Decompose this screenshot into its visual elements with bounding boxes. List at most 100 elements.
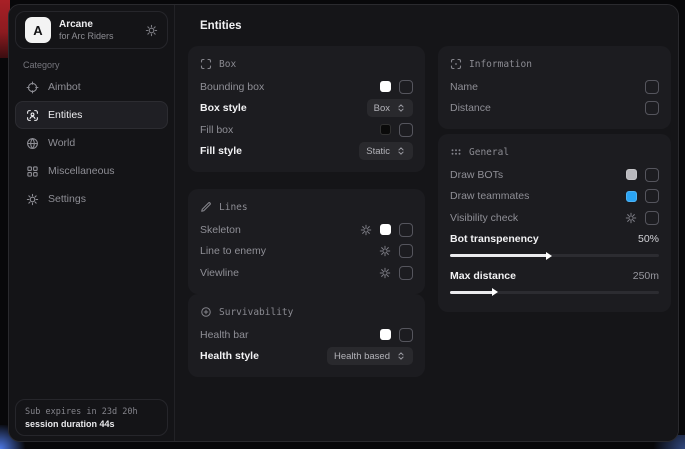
setting-row-health-bar: Health bar	[200, 324, 413, 346]
app-window: A Arcane for Arc Riders Category Aimbot …	[8, 4, 679, 442]
skeleton-checkbox[interactable]	[399, 223, 413, 237]
panel-box-header: Box	[200, 55, 413, 73]
sidebar-item-label: Aimbot	[48, 81, 81, 93]
scan-face-icon	[450, 58, 462, 70]
sub-expiry-text: Sub expires in 23d 20h	[25, 407, 158, 417]
slider-label-row: Bot transpenency 50%	[450, 229, 659, 251]
panel-information-header: Information	[450, 55, 659, 73]
sidebar-item-settings[interactable]: Settings	[15, 185, 168, 213]
gear-icon[interactable]	[625, 212, 637, 224]
brand-logo: A	[25, 17, 51, 43]
setting-label: Draw teammates	[450, 190, 529, 202]
gear-icon	[26, 193, 39, 206]
fill-box-checkbox[interactable]	[399, 123, 413, 137]
sidebar-item-miscellaneous[interactable]: Miscellaneous	[15, 157, 168, 185]
setting-label: Health bar	[200, 329, 248, 341]
setting-label: Name	[450, 81, 478, 93]
max-distance-slider[interactable]	[450, 291, 659, 294]
setting-label: Max distance	[450, 270, 516, 282]
color-swatch[interactable]	[380, 329, 391, 340]
gear-icon[interactable]	[360, 224, 372, 236]
chevrons-up-down-icon	[396, 351, 406, 361]
panel-box: Box Bounding box Box style Box	[188, 46, 425, 172]
panel-title: Information	[469, 59, 532, 70]
health-icon	[200, 306, 212, 318]
slider-thumb[interactable]	[492, 288, 498, 296]
setting-label: Visibility check	[450, 212, 518, 224]
gear-icon[interactable]	[145, 24, 158, 37]
setting-label: Skeleton	[200, 224, 241, 236]
dropdown-value: Box	[374, 103, 390, 114]
slider-thumb[interactable]	[546, 252, 552, 260]
panel-general-header: General	[450, 143, 659, 161]
line-to-enemy-checkbox[interactable]	[399, 244, 413, 258]
panel-survivability-header: Survivability	[200, 303, 413, 321]
panel-general: General Draw BOTs Draw teammates	[438, 134, 671, 312]
distance-checkbox[interactable]	[645, 101, 659, 115]
draw-bots-checkbox[interactable]	[645, 168, 659, 182]
chevrons-up-down-icon	[396, 103, 406, 113]
health-style-dropdown[interactable]: Health based	[327, 347, 413, 365]
setting-row-viewline: Viewline	[200, 262, 413, 284]
setting-label: Health style	[200, 350, 259, 362]
setting-row-draw-teammates: Draw teammates	[450, 186, 659, 208]
setting-row-box-style: Box style Box	[200, 98, 413, 120]
fill-style-dropdown[interactable]: Static	[359, 142, 413, 160]
panel-title: Lines	[219, 202, 248, 213]
setting-row-distance: Distance	[450, 98, 659, 120]
entities-icon	[26, 109, 39, 122]
color-swatch[interactable]	[380, 224, 391, 235]
sidebar-nav: Aimbot Entities World Miscellaneous Sett…	[15, 73, 168, 213]
gear-icon[interactable]	[379, 245, 391, 257]
setting-label: Bot transpenency	[450, 233, 539, 245]
gear-icon[interactable]	[379, 267, 391, 279]
page-title: Entities	[200, 20, 242, 32]
draw-teammates-checkbox[interactable]	[645, 189, 659, 203]
sidebar-item-label: World	[48, 137, 75, 149]
bot-transparency-slider[interactable]	[450, 254, 659, 257]
chevrons-up-down-icon	[396, 146, 406, 156]
setting-label: Draw BOTs	[450, 169, 503, 181]
name-checkbox[interactable]	[645, 80, 659, 94]
color-swatch[interactable]	[380, 81, 391, 92]
dropdown-value: Static	[366, 146, 390, 157]
grid-icon	[26, 165, 39, 178]
slider-fill	[450, 291, 494, 294]
setting-max-distance: Max distance 250m	[450, 265, 659, 294]
dropdown-value: Health based	[334, 351, 390, 362]
bounding-box-checkbox[interactable]	[399, 80, 413, 94]
viewline-checkbox[interactable]	[399, 266, 413, 280]
visibility-check-checkbox[interactable]	[645, 211, 659, 225]
slider-label-row: Max distance 250m	[450, 265, 659, 287]
panel-information: Information Name Distance	[438, 46, 671, 129]
setting-label: Line to enemy	[200, 245, 266, 257]
health-bar-checkbox[interactable]	[399, 328, 413, 342]
crosshair-icon	[26, 81, 39, 94]
globe-icon	[26, 137, 39, 150]
setting-row-name: Name	[450, 76, 659, 98]
panel-lines-header: Lines	[200, 198, 413, 216]
color-swatch[interactable]	[626, 169, 637, 180]
dots-grid-icon	[450, 146, 462, 158]
panel-title: General	[469, 147, 509, 158]
sidebar-item-label: Settings	[48, 193, 86, 205]
setting-row-draw-bots: Draw BOTs	[450, 164, 659, 186]
setting-label: Viewline	[200, 267, 239, 279]
setting-row-fill-style: Fill style Static	[200, 141, 413, 163]
sidebar-item-label: Entities	[48, 109, 82, 121]
setting-label: Box style	[200, 102, 247, 114]
sidebar-item-aimbot[interactable]: Aimbot	[15, 73, 168, 101]
main-content: Entities Box Bounding box Box style	[175, 5, 678, 441]
sidebar-item-entities[interactable]: Entities	[15, 101, 168, 129]
sidebar-item-label: Miscellaneous	[48, 165, 115, 177]
box-style-dropdown[interactable]: Box	[367, 99, 413, 117]
brand-tagline: for Arc Riders	[59, 31, 114, 41]
color-swatch[interactable]	[626, 191, 637, 202]
panel-title: Box	[219, 59, 236, 70]
sidebar-item-world[interactable]: World	[15, 129, 168, 157]
brand-name: Arcane	[59, 19, 114, 30]
setting-label: Fill box	[200, 124, 233, 136]
color-swatch[interactable]	[380, 124, 391, 135]
pencil-icon	[200, 201, 212, 213]
setting-row-fill-box: Fill box	[200, 119, 413, 141]
